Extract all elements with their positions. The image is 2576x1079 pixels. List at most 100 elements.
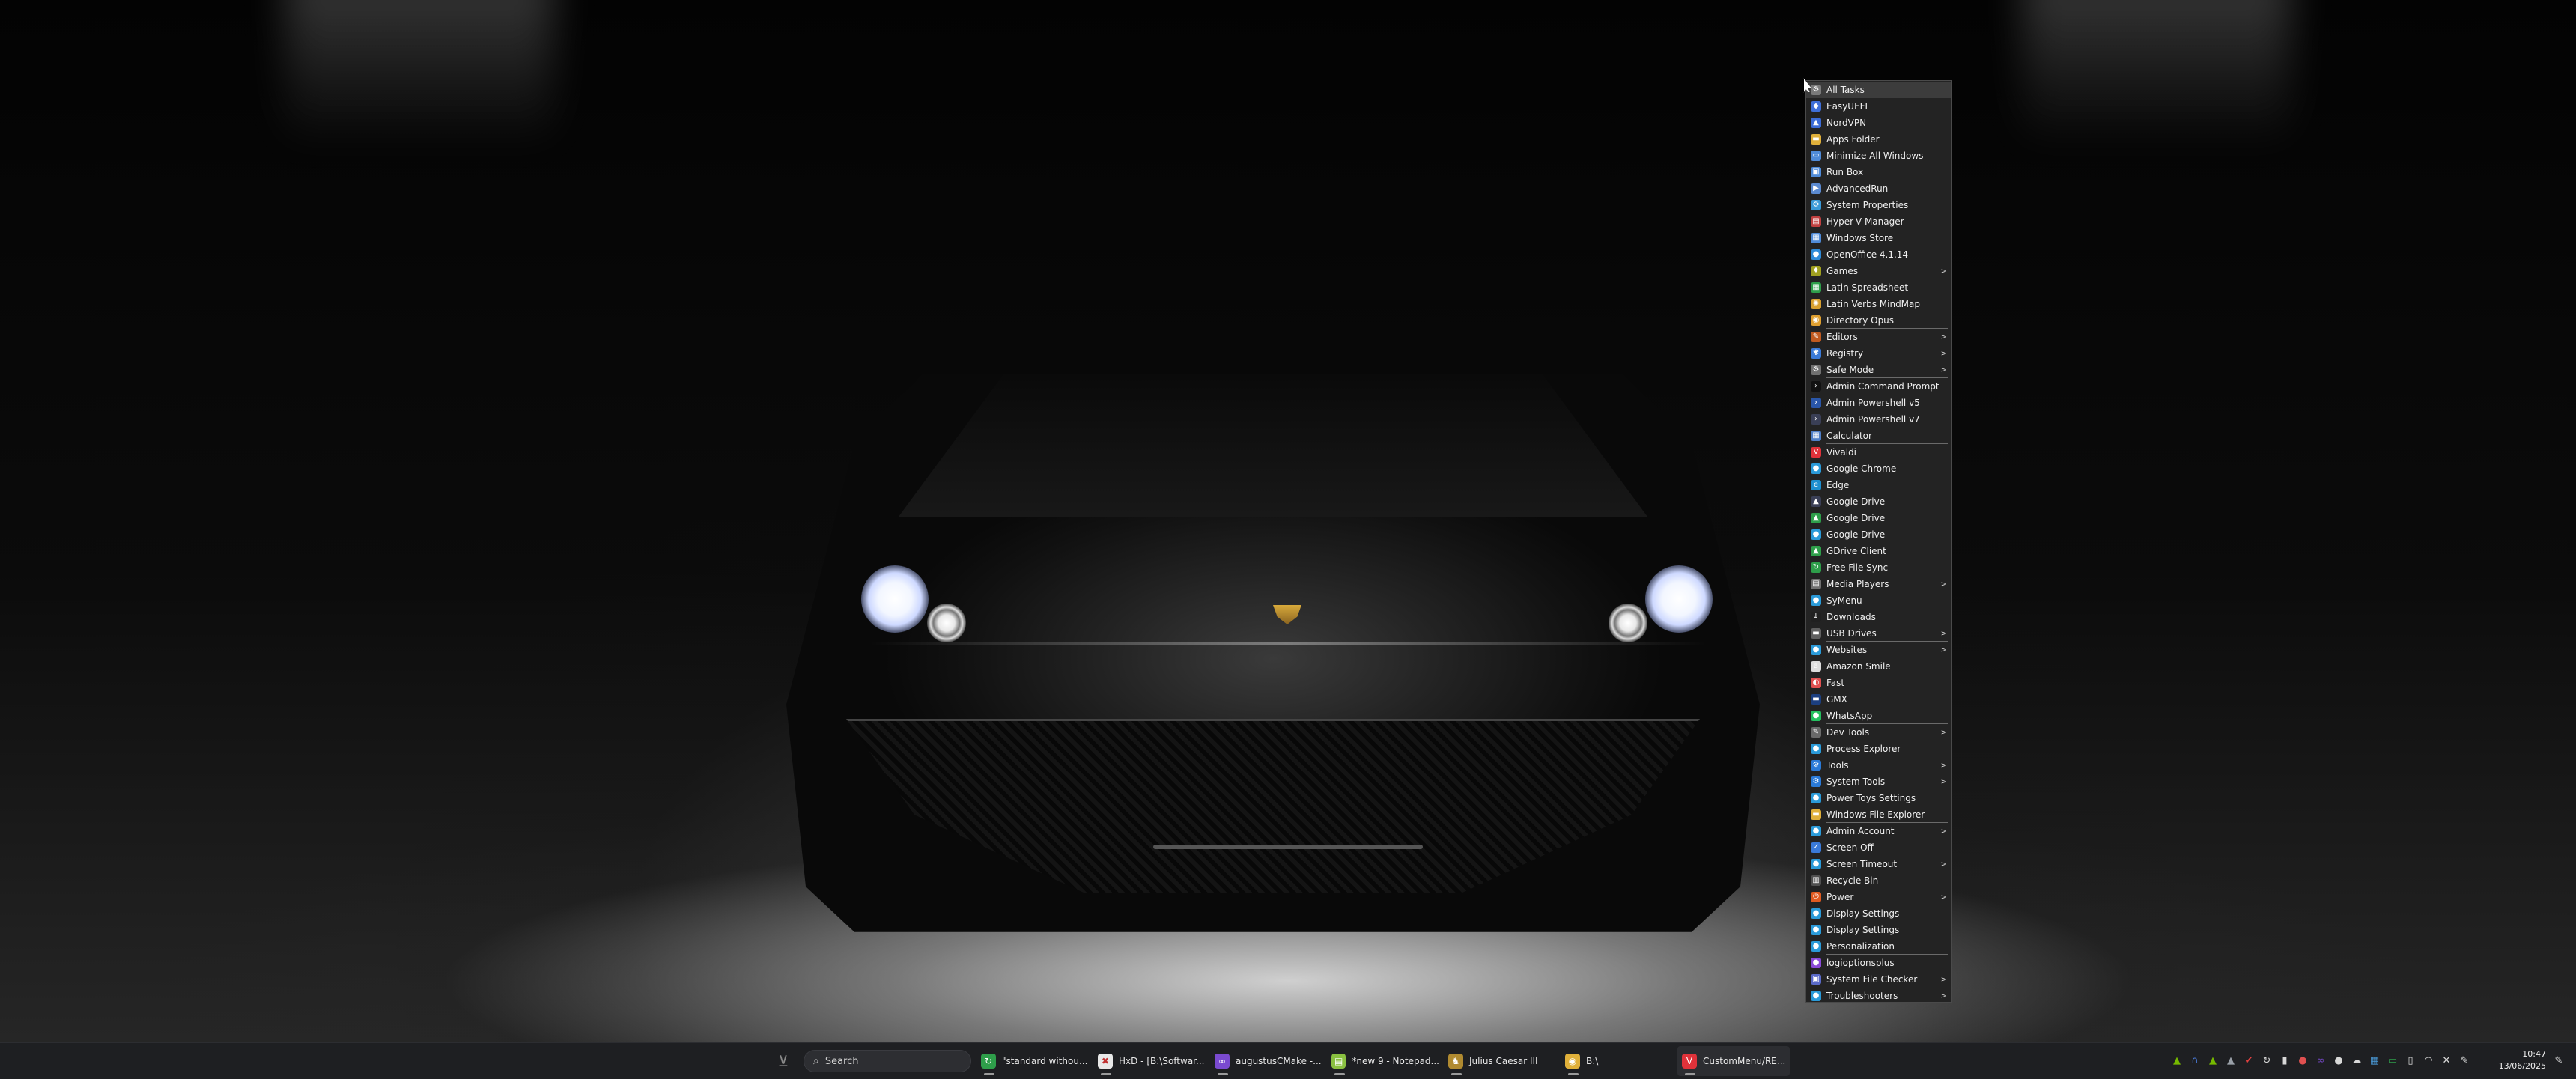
taskbar-app[interactable]: ↻ "standard withou... (976, 1046, 1089, 1076)
menu-item-label: Media Players (1826, 579, 1889, 589)
taskbar-clock[interactable]: 10:47 13/06/2025 (2480, 1048, 2546, 1072)
chat-tray-icon[interactable]: ● (2332, 1054, 2345, 1067)
menu-item[interactable]: ⚙ Tools > (1806, 757, 1951, 773)
display-tray-icon[interactable]: ▦ (2368, 1054, 2381, 1067)
menu-item[interactable]: a Amazon Smile (1806, 658, 1951, 675)
wifi-icon[interactable]: ◠ (2422, 1054, 2435, 1067)
menu-item[interactable]: › Admin Powershell v5 (1806, 395, 1951, 411)
taskbar-app[interactable]: ∞ augustusCMake -... (1210, 1046, 1322, 1076)
shield-tray-icon[interactable]: ✔ (2242, 1054, 2255, 1067)
menu-item[interactable]: ▣ System File Checker > (1806, 971, 1951, 988)
spreadsheet-icon: ▦ (1811, 282, 1821, 293)
menu-item[interactable]: ▥ Recycle Bin (1806, 872, 1951, 889)
search-label: Search (824, 1055, 859, 1067)
chevron-right-icon: > (1940, 860, 1947, 869)
menu-item[interactable]: ▬ Apps Folder (1806, 131, 1951, 148)
menu-item[interactable]: ● OpenOffice 4.1.14 (1806, 246, 1951, 263)
personalization-icon: ● (1811, 941, 1821, 952)
menu-item[interactable]: ● Google Chrome (1806, 461, 1951, 477)
battery-tray-icon[interactable]: ▯ (2404, 1054, 2417, 1067)
menu-item[interactable]: ● logioptionsplus (1806, 955, 1951, 971)
taskbar-app[interactable]: V CustomMenu/RE... (1677, 1046, 1790, 1076)
taskbar-app[interactable]: ▤ *new 9 - Notepad... (1327, 1046, 1439, 1076)
menu-item[interactable]: ▦ Latin Spreadsheet (1806, 279, 1951, 296)
menu-item[interactable]: e Edge (1806, 477, 1951, 493)
menu-item[interactable]: ◆ EasyUEFI (1806, 98, 1951, 115)
menu-item-label: Apps Folder (1826, 134, 1880, 145)
sync-tray-icon[interactable]: ↻ (2260, 1054, 2273, 1067)
gpu-tray-icon[interactable]: ▲ (2206, 1054, 2220, 1067)
menu-item[interactable]: ✎ Dev Tools > (1806, 724, 1951, 741)
menu-item[interactable]: ▣ Run Box (1806, 164, 1951, 180)
menu-item[interactable]: ▤ Hyper-V Manager (1806, 213, 1951, 230)
drive-tray-icon[interactable]: ▲ (2224, 1054, 2238, 1067)
taskbar-app[interactable]: ✖ HxD - [B:\Softwar... (1093, 1046, 1206, 1076)
menu-item[interactable]: ↻ Free File Sync (1806, 559, 1951, 576)
menu-item[interactable]: ● Process Explorer (1806, 741, 1951, 757)
headlight-left (861, 565, 929, 633)
menu-item[interactable]: ✱ Registry > (1806, 345, 1951, 362)
menu-item[interactable]: ● Power Toys Settings (1806, 790, 1951, 806)
menu-item-label: Admin Powershell v5 (1826, 398, 1920, 408)
monitor-tray-icon[interactable]: ▭ (2386, 1054, 2399, 1067)
menu-item[interactable]: ● WhatsApp (1806, 708, 1951, 724)
menu-item[interactable]: ⚙ System Properties (1806, 197, 1951, 213)
menu-item[interactable]: ● Admin Account > (1806, 823, 1951, 839)
globe-icon: ● (1811, 645, 1821, 655)
menu-item[interactable]: ▦ Windows Store (1806, 230, 1951, 246)
onedrive-tray-icon[interactable]: ☁ (2350, 1054, 2363, 1067)
menu-item[interactable]: ↓ Downloads (1806, 609, 1951, 625)
pen-tray-icon[interactable]: ✎ (2458, 1054, 2471, 1067)
menu-item[interactable]: ▬ Windows File Explorer (1806, 806, 1951, 823)
menu-item[interactable]: ♦ Games > (1806, 263, 1951, 279)
menu-item[interactable]: ⚙ All Tasks (1806, 82, 1951, 98)
menu-item[interactable]: ▭ Minimize All Windows (1806, 148, 1951, 164)
system-icon: ⚙ (1811, 200, 1821, 210)
menu-item-label: Vivaldi (1826, 447, 1857, 458)
menu-item[interactable]: ▲ Google Drive (1806, 493, 1951, 510)
menu-item[interactable]: ● Personalization (1806, 938, 1951, 955)
taskbar-app[interactable]: ◉ B:\ (1561, 1046, 1673, 1076)
taskbar-app-label: "standard withou... (1002, 1056, 1088, 1066)
start-button[interactable]: ⊻ (768, 1050, 798, 1072)
speaker-muted-icon[interactable]: ✕ (2440, 1054, 2453, 1067)
menu-item[interactable]: ▶ AdvancedRun (1806, 180, 1951, 197)
vs-tray-icon[interactable]: ∞ (2314, 1054, 2327, 1067)
menu-item[interactable]: ▲ GDrive Client (1806, 543, 1951, 559)
nordvpn-tray-icon[interactable]: ∩ (2188, 1054, 2202, 1067)
menu-item[interactable]: ● SyMenu (1806, 592, 1951, 609)
menu-item[interactable]: ▲ Google Drive (1806, 510, 1951, 526)
menu-item[interactable]: V Vivaldi (1806, 444, 1951, 461)
menu-item[interactable]: ● Google Drive (1806, 526, 1951, 543)
menu-item[interactable]: ▬ GMX (1806, 691, 1951, 708)
menu-item[interactable]: ✓ Screen Off (1806, 839, 1951, 856)
folder-icon: ▬ (1811, 809, 1821, 820)
network-tray-icon[interactable]: ● (2296, 1054, 2309, 1067)
menu-item[interactable]: ◐ Fast (1806, 675, 1951, 691)
menu-item[interactable]: ⏻ Power > (1806, 889, 1951, 905)
menu-item[interactable]: ▬ USB Drives > (1806, 625, 1951, 642)
usb-tray-icon[interactable]: ▮ (2278, 1054, 2291, 1067)
menu-item[interactable]: ⚙ System Tools > (1806, 773, 1951, 790)
menu-item[interactable]: ● Websites > (1806, 642, 1951, 658)
menu-item[interactable]: ▲ NordVPN (1806, 115, 1951, 131)
taskbar-search-box[interactable]: ⌕ Search (804, 1050, 971, 1072)
menu-item[interactable]: ⚙ Safe Mode > (1806, 362, 1951, 378)
menu-item[interactable]: ● Display Settings (1806, 905, 1951, 922)
taskbar-app[interactable]: ♞ Julius Caesar III (1444, 1046, 1556, 1076)
menu-item[interactable]: ✺ Latin Verbs MindMap (1806, 296, 1951, 312)
menu-item[interactable]: › Admin Powershell v7 (1806, 411, 1951, 428)
menu-item[interactable]: ● Troubleshooters > (1806, 988, 1951, 1004)
menu-item[interactable]: › Admin Command Prompt (1806, 378, 1951, 395)
menu-item[interactable]: ▦ Calculator (1806, 428, 1951, 444)
nvidia-icon[interactable]: ▲ (2170, 1054, 2184, 1067)
notification-icon[interactable]: ✎ (2552, 1054, 2566, 1067)
menu-item[interactable]: ● Display Settings (1806, 922, 1951, 938)
menu-item[interactable]: ● Screen Timeout > (1806, 856, 1951, 872)
display-icon: ● (1811, 925, 1821, 935)
menu-item-label: Websites (1826, 645, 1868, 655)
menu-item[interactable]: ✎ Editors > (1806, 329, 1951, 345)
menu-item[interactable]: ▤ Media Players > (1806, 576, 1951, 592)
menu-item-label: Dev Tools (1826, 727, 1870, 738)
menu-item[interactable]: ◉ Directory Opus (1806, 312, 1951, 329)
